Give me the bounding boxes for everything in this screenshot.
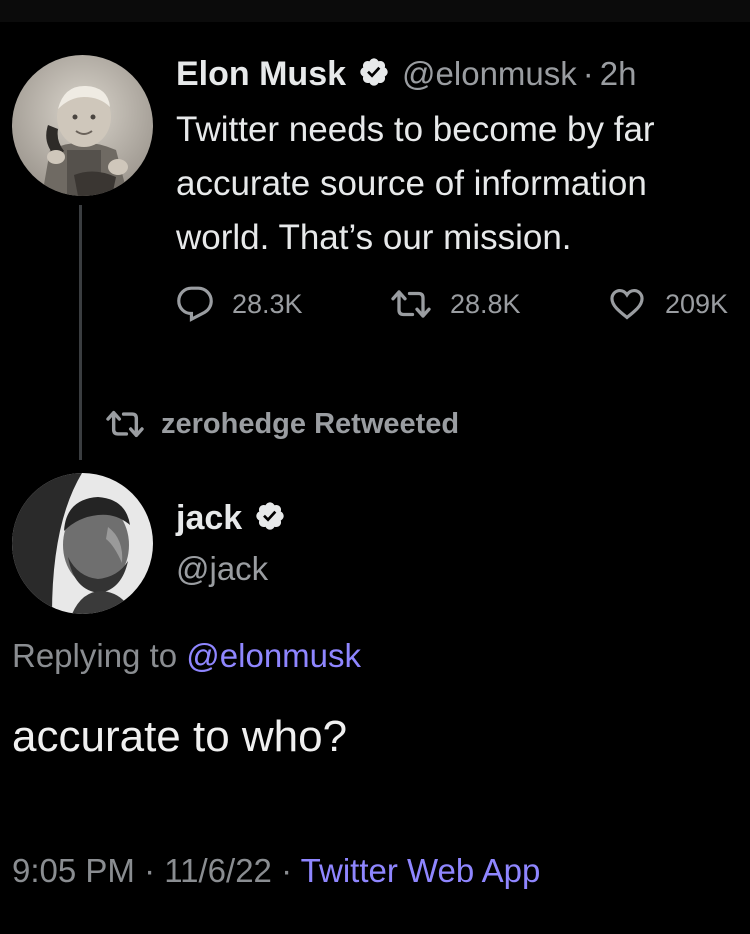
verified-badge-icon xyxy=(254,500,286,537)
parent-tweet-text: Twitter needs to become by far accurate … xyxy=(176,103,655,265)
like-action[interactable]: 209K xyxy=(607,283,728,325)
tweet-source-link[interactable]: Twitter Web App xyxy=(301,852,541,889)
tweet-timestamp-line: 9:05 PM · 11/6/22 · Twitter Web App xyxy=(12,852,540,890)
meta-separator: · xyxy=(144,852,156,889)
retweet-icon xyxy=(391,290,431,318)
tweet-age[interactable]: 2h xyxy=(600,55,637,93)
jack-handle[interactable]: @jack xyxy=(176,550,268,588)
heart-icon xyxy=(610,288,644,320)
retweeted-by-label: zerohedge Retweeted xyxy=(161,407,460,440)
screen-top-edge xyxy=(0,0,750,22)
thread-connector-line xyxy=(79,205,82,460)
like-count: 209K xyxy=(665,288,729,319)
retweet-action[interactable]: 28.8K xyxy=(390,283,521,325)
tweet-date[interactable]: 11/6/22 xyxy=(164,852,272,889)
replying-to-line: Replying to @elonmusk xyxy=(12,637,361,675)
replying-to-handle-link[interactable]: @elonmusk xyxy=(186,637,361,674)
meta-separator: · xyxy=(582,55,594,92)
retweet-small-icon xyxy=(106,410,144,438)
elon-display-name[interactable]: Elon Musk xyxy=(176,55,346,94)
meta-separator: · xyxy=(281,852,293,889)
tweet-text-line: accurate source of information xyxy=(176,164,647,203)
tweet-text-line: world. That’s our mission. xyxy=(176,218,572,257)
elon-handle[interactable]: @elonmusk xyxy=(402,55,577,93)
reply-tweet-text: accurate to who? xyxy=(12,712,348,761)
jack-display-name[interactable]: jack xyxy=(176,499,242,538)
retweet-count: 28.8K xyxy=(450,288,521,319)
parent-tweet-header: Elon Musk @elonmusk · 2h xyxy=(176,52,636,96)
tweet-time[interactable]: 9:05 PM xyxy=(12,852,135,889)
reply-icon xyxy=(177,286,213,322)
verified-badge-icon xyxy=(358,56,390,93)
retweeted-by-banner[interactable]: zerohedge Retweeted xyxy=(105,403,459,445)
reply-tweet-header: jack xyxy=(176,496,286,540)
jack-avatar[interactable] xyxy=(12,473,153,614)
reply-count: 28.3K xyxy=(232,288,303,319)
elon-avatar[interactable] xyxy=(12,55,153,196)
replying-to-prefix: Replying to xyxy=(12,637,178,674)
reply-action[interactable]: 28.3K xyxy=(176,283,303,325)
tweet-text-line: Twitter needs to become by far xyxy=(176,110,655,149)
